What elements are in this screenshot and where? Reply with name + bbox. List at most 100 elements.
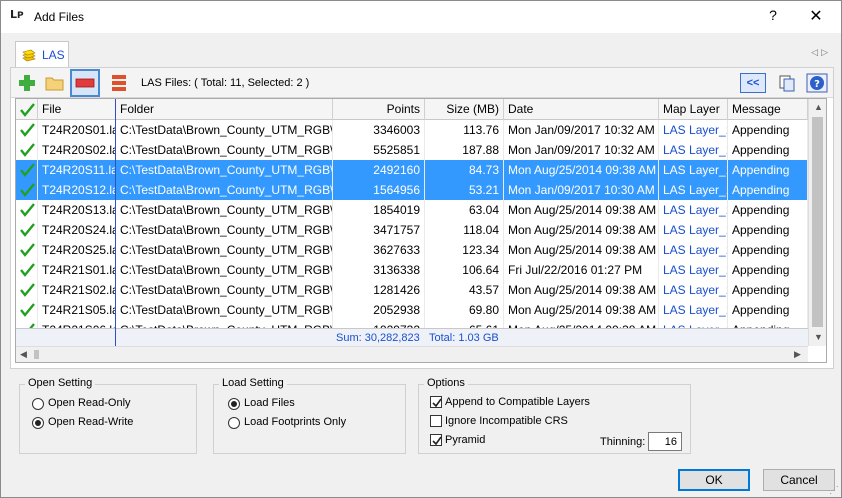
resize-grip-icon[interactable]: ⋰ [829,485,839,496]
files-table: File Folder Points Size (MB) Date Map La… [15,98,827,363]
cell-points: 3346003 [333,120,425,140]
table-row[interactable]: T24R20S02.lasC:\TestData\Brown_County_UT… [16,140,808,160]
row-checkbox[interactable] [16,180,38,200]
cell-folder: C:\TestData\Brown_County_UTM_RGB\ [116,300,333,320]
cell-map-layer[interactable]: LAS Layer_1 [659,180,728,200]
ignore-crs-label[interactable]: Ignore Incompatible CRS [445,415,568,427]
add-folder-button[interactable] [43,71,67,95]
remove-all-icon [112,75,126,91]
column-header-date[interactable]: Date [504,99,659,120]
cell-map-layer[interactable]: LAS Layer_1 [659,260,728,280]
checkmark-icon [20,263,35,277]
table-row[interactable]: T24R20S13.lasC:\TestData\Brown_County_UT… [16,200,808,220]
table-row[interactable]: T24R20S12.lasC:\TestData\Brown_County_UT… [16,180,808,200]
cell-map-layer[interactable]: LAS Layer_1 [659,240,728,260]
open-setting-group: Open Setting Open Read-Only Open Read-Wr… [19,377,197,454]
cell-date: Mon Aug/25/2014 09:38 AM [504,220,659,240]
row-checkbox[interactable] [16,260,38,280]
cell-file: T24R20S24.las [38,220,116,240]
row-checkbox[interactable] [16,320,38,328]
cell-map-layer[interactable]: LAS Layer_1 [659,160,728,180]
collapse-button[interactable]: << [740,73,766,93]
cell-date: Mon Aug/25/2014 09:38 AM [504,320,659,328]
load-files-label[interactable]: Load Files [244,397,295,409]
scroll-down-icon[interactable]: ▼ [814,332,823,342]
row-checkbox[interactable] [16,200,38,220]
cell-map-layer[interactable]: LAS Layer_1 [659,120,728,140]
table-row[interactable]: T24R20S11.las C:\TestData\Brown_County_UT… [16,160,808,180]
help-info-button[interactable]: ? [806,73,828,93]
vertical-scroll-thumb[interactable] [812,117,823,327]
open-read-write-radio[interactable] [32,417,44,429]
cell-map-layer[interactable]: LAS Layer_1 [659,320,728,328]
cell-map-layer[interactable]: LAS Layer_1 [659,200,728,220]
load-setting-group: Load Setting Load Files Load Footprints … [213,377,406,454]
cell-date: Mon Aug/25/2014 09:38 AM [504,280,659,300]
table-row[interactable]: T24R21S01.lasC:\TestData\Brown_County_UT… [16,260,808,280]
horizontal-scrollbar[interactable]: ◀ ▶ [16,346,808,362]
cell-map-layer[interactable]: LAS Layer_1 [659,220,728,240]
table-row[interactable]: T24R21S02.lasC:\TestData\Brown_County_UT… [16,280,808,300]
table-row[interactable]: T24R20S25.lasC:\TestData\Brown_County_UT… [16,240,808,260]
cell-date: Fri Jul/22/2016 01:27 PM [504,260,659,280]
close-button[interactable]: ✕ [801,6,831,28]
table-row[interactable]: T24R21S06.lasC:\TestData\Brown_County_UT… [16,320,808,328]
column-header-map-layer[interactable]: Map Layer [659,99,728,120]
window-title: Add Files [34,10,85,24]
load-footprints-radio[interactable] [228,417,240,429]
cell-message: Appending [728,180,808,200]
help-button[interactable]: ? [761,7,785,27]
pyramid-checkbox[interactable] [430,434,442,446]
table-row[interactable]: T24R20S01.lasC:\TestData\Brown_County_UT… [16,120,808,140]
row-checkbox[interactable] [16,280,38,300]
scroll-up-icon[interactable]: ▲ [814,102,823,112]
ok-button[interactable]: OK [678,469,750,491]
row-checkbox[interactable] [16,120,38,140]
copy-button[interactable] [776,73,798,93]
column-header-size[interactable]: Size (MB) [425,99,504,120]
las-layers-icon [22,49,36,62]
table-row[interactable]: T24R20S24.lasC:\TestData\Brown_County_UT… [16,220,808,240]
tab-las[interactable]: LAS [15,41,69,67]
vertical-scrollbar[interactable]: ▲ ▼ [808,99,826,346]
scroll-left-icon[interactable]: ◀ [20,349,27,360]
cell-map-layer[interactable]: LAS Layer_1 [659,300,728,320]
row-checkbox[interactable] [16,220,38,240]
cell-size: 65.61 [425,320,504,328]
horizontal-scroll-thumb[interactable] [34,350,39,359]
cancel-button[interactable]: Cancel [763,469,835,491]
row-checkbox[interactable] [16,140,38,160]
pyramid-label[interactable]: Pyramid [445,434,485,446]
table-row[interactable]: T24R21S05.lasC:\TestData\Brown_County_UT… [16,300,808,320]
header-check-all[interactable] [16,99,38,120]
thinning-input[interactable] [648,432,682,451]
cell-date: Mon Aug/25/2014 09:38 AM [504,160,659,180]
remove-files-button[interactable] [70,69,100,97]
open-read-write-label[interactable]: Open Read-Write [48,416,133,428]
load-footprints-label[interactable]: Load Footprints Only [244,416,346,428]
cell-map-layer[interactable]: LAS Layer_1 [659,140,728,160]
column-header-folder[interactable]: Folder [116,99,333,120]
add-files-button[interactable] [15,71,39,95]
row-checkbox[interactable] [16,300,38,320]
ignore-crs-checkbox[interactable] [430,415,442,427]
append-label[interactable]: Append to Compatible Layers [445,396,590,408]
tab-las-label: LAS [42,48,65,62]
tab-scroll-arrows[interactable]: ◁▷ [811,47,831,58]
cell-message: Appending [728,300,808,320]
open-read-only-radio[interactable] [32,398,44,410]
cell-file: T24R20S25.las [38,240,116,260]
remove-all-button[interactable] [107,71,131,95]
scroll-right-icon[interactable]: ▶ [794,349,801,360]
load-files-radio[interactable] [228,398,240,410]
open-read-only-label[interactable]: Open Read-Only [48,397,131,409]
column-header-message[interactable]: Message [728,99,808,120]
row-checkbox[interactable] [16,240,38,260]
cell-file: T24R21S01.las [38,260,116,280]
table-header: File Folder Points Size (MB) Date Map La… [16,99,808,120]
column-header-file[interactable]: File [38,99,116,120]
row-checkbox[interactable] [16,160,38,180]
cell-map-layer[interactable]: LAS Layer_1 [659,280,728,300]
append-checkbox[interactable] [430,396,442,408]
column-header-points[interactable]: Points [333,99,425,120]
